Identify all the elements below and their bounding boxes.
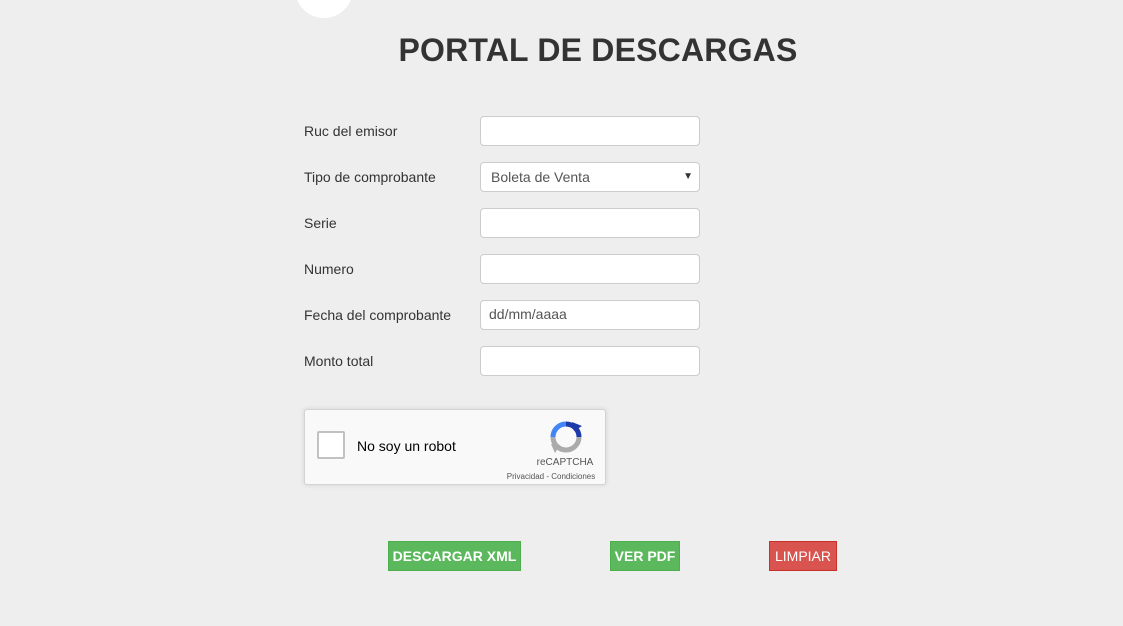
tipo-label: Tipo de comprobante: [304, 169, 436, 185]
recaptcha-label: No soy un robot: [357, 438, 456, 454]
numero-label: Numero: [304, 261, 354, 277]
monto-input[interactable]: [480, 346, 700, 376]
ruc-row: Ruc del emisor: [304, 116, 704, 146]
serie-label: Serie: [304, 215, 337, 231]
recaptcha-logo-icon: [550, 421, 582, 453]
monto-label: Monto total: [304, 353, 374, 369]
ruc-label: Ruc del emisor: [304, 123, 398, 139]
serie-input[interactable]: [480, 208, 700, 238]
numero-row: Numero: [304, 254, 704, 284]
monto-row: Monto total: [304, 346, 704, 376]
download-xml-button[interactable]: DESCARGAR XML: [388, 541, 521, 571]
fecha-input[interactable]: dd/mm/aaaa: [480, 300, 700, 330]
logo-circle: [295, 0, 353, 18]
serie-row: Serie: [304, 208, 704, 238]
fecha-label: Fecha del comprobante: [304, 307, 452, 323]
recaptcha-links[interactable]: Privacidad - Condiciones: [501, 472, 601, 481]
recaptcha-brand: reCAPTCHA: [536, 457, 594, 468]
numero-input[interactable]: [480, 254, 700, 284]
clear-button[interactable]: LIMPIAR: [769, 541, 837, 571]
chevron-down-icon: ▼: [683, 171, 693, 182]
tipo-selected-value: Boleta de Venta: [491, 169, 590, 185]
view-pdf-button[interactable]: VER PDF: [610, 541, 680, 571]
tipo-row: Tipo de comprobante Boleta de Venta ▼: [304, 162, 704, 192]
fecha-row: Fecha del comprobante dd/mm/aaaa: [304, 300, 704, 330]
tipo-select[interactable]: Boleta de Venta ▼: [480, 162, 700, 192]
ruc-input[interactable]: [480, 116, 700, 146]
fecha-placeholder: dd/mm/aaaa: [489, 306, 567, 322]
page-title: PORTAL DE DESCARGAS: [398, 32, 798, 68]
recaptcha-widget: No soy un robot reCAPTCHA Privacidad - C…: [304, 409, 606, 485]
recaptcha-checkbox[interactable]: [317, 431, 345, 459]
